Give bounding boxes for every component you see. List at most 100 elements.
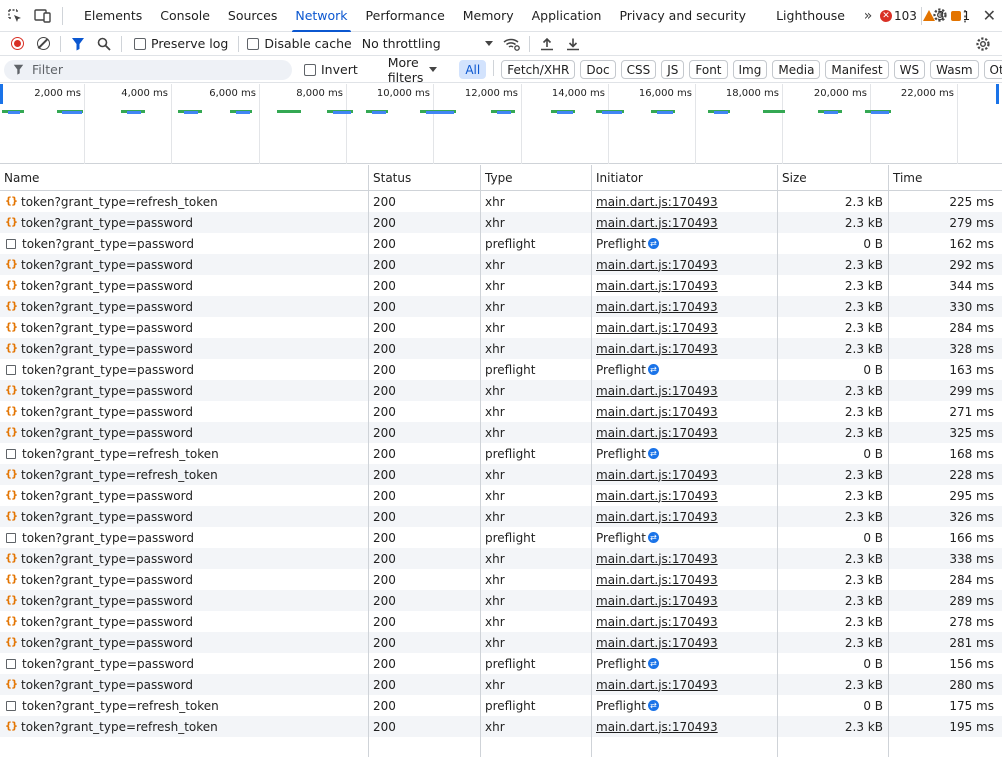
column-header-status[interactable]: Status <box>369 165 481 191</box>
table-row[interactable]: {} token?grant_type=password 200 xhr main.da… <box>0 254 1002 275</box>
table-row[interactable]: token?grant_type=refresh_token 200 preflig… <box>0 443 1002 464</box>
overview-left-handle[interactable] <box>0 84 3 104</box>
initiator-link[interactable]: main.dart.js:170493 <box>596 678 718 692</box>
preserve-log-checkbox[interactable]: Preserve log <box>134 36 228 51</box>
tab-sources[interactable]: Sources <box>219 0 286 32</box>
tab-lighthouse[interactable]: Lighthouse <box>767 0 854 32</box>
tab-console[interactable]: Console <box>151 0 219 32</box>
column-header-name[interactable]: Name <box>0 165 369 191</box>
table-row[interactable]: {} token?grant_type=password 200 xhr main.da… <box>0 401 1002 422</box>
search-button[interactable] <box>91 33 117 55</box>
initiator-link[interactable]: main.dart.js:170493 <box>596 384 718 398</box>
table-row[interactable]: token?grant_type=password 200 preflight Pre… <box>0 653 1002 674</box>
column-header-size[interactable]: Size <box>778 165 889 191</box>
inspect-element-icon[interactable] <box>4 5 26 27</box>
column-header-initiator[interactable]: Initiator <box>592 165 778 191</box>
preflight-link-icon[interactable]: ⇄ <box>647 364 659 375</box>
settings-gear-icon[interactable] <box>932 7 948 26</box>
preflight-link-icon[interactable]: ⇄ <box>647 238 659 249</box>
filter-chip-media[interactable]: Media <box>772 60 821 79</box>
filter-chip-img[interactable]: Img <box>732 60 768 79</box>
initiator-link[interactable]: main.dart.js:170493 <box>596 468 718 482</box>
initiator-link[interactable]: main.dart.js:170493 <box>596 594 718 608</box>
tab-elements[interactable]: Elements <box>75 0 151 32</box>
checkbox-box[interactable] <box>304 63 316 76</box>
initiator-link[interactable]: main.dart.js:170493 <box>596 636 718 650</box>
checkbox-box[interactable] <box>134 37 146 50</box>
network-conditions-button[interactable] <box>499 33 525 55</box>
table-row[interactable]: {} token?grant_type=password 200 xhr main.da… <box>0 380 1002 401</box>
more-filters-dropdown[interactable]: More filters <box>388 55 438 85</box>
preflight-link-icon[interactable]: ⇄ <box>647 532 659 543</box>
filter-chip-js[interactable]: JS <box>661 60 685 79</box>
initiator-link[interactable]: main.dart.js:170493 <box>596 510 718 524</box>
table-row[interactable]: {} token?grant_type=password 200 xhr main.da… <box>0 674 1002 695</box>
table-row[interactable]: token?grant_type=password 200 preflight Pre… <box>0 527 1002 548</box>
invert-checkbox[interactable]: Invert <box>304 62 358 77</box>
filter-toggle-button[interactable] <box>65 33 91 55</box>
disable-cache-checkbox[interactable]: Disable cache <box>247 36 352 51</box>
filter-chip-font[interactable]: Font <box>689 60 728 79</box>
table-row[interactable]: {} token?grant_type=password 200 xhr main.da… <box>0 275 1002 296</box>
preflight-link-icon[interactable]: ⇄ <box>647 700 659 711</box>
network-settings-button[interactable] <box>970 33 996 55</box>
preflight-link-icon[interactable]: ⇄ <box>647 448 659 459</box>
filter-chip-manifest[interactable]: Manifest <box>825 60 889 79</box>
table-row[interactable]: {} token?grant_type=password 200 xhr main.da… <box>0 569 1002 590</box>
filter-chip-other[interactable]: Other <box>983 60 1002 79</box>
initiator-link[interactable]: main.dart.js:170493 <box>596 405 718 419</box>
table-row[interactable]: {} token?grant_type=password 200 xhr main.da… <box>0 632 1002 653</box>
filter-chip-ws[interactable]: WS <box>893 60 926 79</box>
device-toolbar-icon[interactable] <box>32 5 54 27</box>
overview-right-handle[interactable] <box>996 84 999 104</box>
filter-field[interactable] <box>4 59 292 80</box>
table-row[interactable]: {} token?grant_type=password 200 xhr main.da… <box>0 212 1002 233</box>
initiator-link[interactable]: main.dart.js:170493 <box>596 279 718 293</box>
table-row[interactable]: {} token?grant_type=refresh_token 200 xhr ma… <box>0 464 1002 485</box>
record-button[interactable] <box>4 33 30 55</box>
initiator-link[interactable]: main.dart.js:170493 <box>596 321 718 335</box>
table-row[interactable]: token?grant_type=refresh_token 200 preflig… <box>0 695 1002 716</box>
table-row[interactable]: {} token?grant_type=password 200 xhr main.da… <box>0 485 1002 506</box>
table-row[interactable]: {} token?grant_type=password 200 xhr main.da… <box>0 422 1002 443</box>
filter-chip-doc[interactable]: Doc <box>580 60 616 79</box>
initiator-link[interactable]: main.dart.js:170493 <box>596 489 718 503</box>
table-row[interactable]: {} token?grant_type=password 200 xhr main.da… <box>0 590 1002 611</box>
table-row[interactable]: {} token?grant_type=refresh_token 200 xhr ma… <box>0 716 1002 737</box>
filter-chip-all[interactable]: All <box>459 60 487 79</box>
initiator-link[interactable]: main.dart.js:170493 <box>596 615 718 629</box>
initiator-link[interactable]: main.dart.js:170493 <box>596 720 718 734</box>
tab-network[interactable]: Network <box>286 0 356 32</box>
initiator-link[interactable]: main.dart.js:170493 <box>596 300 718 314</box>
filter-input[interactable] <box>32 62 292 77</box>
column-header-time[interactable]: Time <box>889 165 999 191</box>
table-row[interactable]: {} token?grant_type=password 200 xhr main.da… <box>0 548 1002 569</box>
table-row[interactable]: token?grant_type=password 200 preflight Pre… <box>0 233 1002 254</box>
table-row[interactable]: {} token?grant_type=refresh_token 200 xhr ma… <box>0 191 1002 212</box>
table-row[interactable]: {} token?grant_type=password 200 xhr main.da… <box>0 338 1002 359</box>
network-overview-timeline[interactable]: 2,000 ms 4,000 ms 6,000 ms 8,000 ms 10,000 m… <box>0 84 1002 164</box>
import-har-button[interactable] <box>534 33 560 55</box>
initiator-link[interactable]: main.dart.js:170493 <box>596 195 718 209</box>
column-header-type[interactable]: Type <box>481 165 592 191</box>
initiator-link[interactable]: main.dart.js:170493 <box>596 342 718 356</box>
table-row[interactable]: {} token?grant_type=password 200 xhr main.da… <box>0 296 1002 317</box>
filter-chip-wasm[interactable]: Wasm <box>930 60 979 79</box>
table-row[interactable]: {} token?grant_type=password 200 xhr main.da… <box>0 506 1002 527</box>
filter-chip-fetch-xhr[interactable]: Fetch/XHR <box>501 60 576 79</box>
preflight-link-icon[interactable]: ⇄ <box>647 658 659 669</box>
initiator-link[interactable]: main.dart.js:170493 <box>596 573 718 587</box>
tab-memory[interactable]: Memory <box>454 0 523 32</box>
tab-application[interactable]: Application <box>523 0 611 32</box>
table-row[interactable]: {} token?grant_type=password 200 xhr main.da… <box>0 611 1002 632</box>
filter-chip-css[interactable]: CSS <box>620 60 657 79</box>
kebab-menu-icon[interactable]: ⋮ <box>958 8 973 24</box>
initiator-link[interactable]: main.dart.js:170493 <box>596 426 718 440</box>
clear-button[interactable] <box>30 33 56 55</box>
more-tabs-icon[interactable]: » <box>858 8 878 24</box>
close-icon[interactable]: ✕ <box>983 8 996 24</box>
throttling-select[interactable]: No throttling <box>362 36 493 51</box>
initiator-link[interactable]: main.dart.js:170493 <box>596 216 718 230</box>
initiator-link[interactable]: main.dart.js:170493 <box>596 552 718 566</box>
checkbox-box[interactable] <box>247 37 260 50</box>
